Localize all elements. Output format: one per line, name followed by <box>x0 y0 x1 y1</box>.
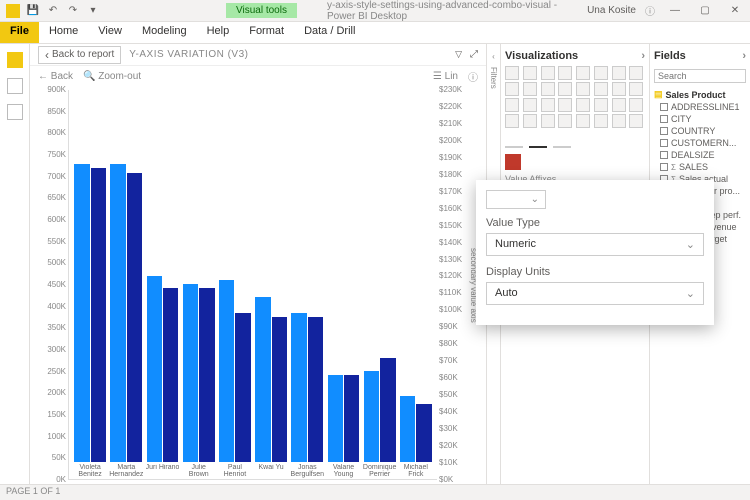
window-controls: — ▢ ✕ <box>660 0 750 22</box>
qat-dropdown-icon[interactable]: ▾ <box>86 4 100 18</box>
fields-header: Fields› <box>654 48 746 66</box>
visualizations-header: Visualizations› <box>505 48 645 66</box>
viz-type-icon[interactable] <box>576 66 590 80</box>
back-button[interactable]: ← Back <box>38 71 73 82</box>
format-popup: ⌄ Value Type Numeric⌄ Display Units Auto… <box>476 180 714 325</box>
viz-type-icon[interactable] <box>629 98 643 112</box>
viz-type-icon[interactable] <box>594 114 608 128</box>
viz-type-icon[interactable] <box>505 66 519 80</box>
maximize-icon[interactable]: ▢ <box>690 0 720 22</box>
viz-type-icon[interactable] <box>523 98 537 112</box>
redo-icon[interactable]: ↷ <box>66 4 80 18</box>
viz-type-icon[interactable] <box>541 114 555 128</box>
report-canvas: Back to report Y-AXIS VARIATION (V3) ⤢ ←… <box>30 44 486 484</box>
chevron-right-icon[interactable]: › <box>742 50 746 62</box>
chart: 900K850K800K750K700K650K600K550K500K450K… <box>30 86 486 484</box>
legend-toggle-icon[interactable]: ☰ Lin <box>433 71 458 82</box>
tab-format[interactable]: Format <box>239 22 294 43</box>
fields-tool-icon[interactable] <box>505 134 523 148</box>
viz-type-icon[interactable] <box>576 98 590 112</box>
back-to-report-button[interactable]: Back to report <box>38 46 121 64</box>
viz-type-icon[interactable] <box>505 82 519 96</box>
analytics-tool-icon[interactable] <box>553 134 571 148</box>
popup-small-select[interactable]: ⌄ <box>486 190 546 209</box>
viz-type-icon[interactable] <box>612 114 626 128</box>
viz-type-icon[interactable] <box>594 98 608 112</box>
viz-type-icon[interactable] <box>505 98 519 112</box>
chevron-right-icon[interactable]: › <box>641 50 645 62</box>
data-view-icon[interactable] <box>7 78 23 94</box>
viz-type-icon[interactable] <box>541 82 555 96</box>
value-type-dropdown[interactable]: Numeric⌄ <box>486 233 704 256</box>
visual-type-grid[interactable] <box>505 66 645 128</box>
tab-file[interactable]: File <box>0 22 39 43</box>
viz-type-icon[interactable] <box>541 98 555 112</box>
y-axis-right: $230K$220K$210K$200K$190K$180K$170K$160K… <box>437 90 467 480</box>
ribbon-tabs: File Home View Modeling Help Format Data… <box>0 22 750 44</box>
status-bar: PAGE 1 OF 1 <box>0 484 750 500</box>
display-units-dropdown[interactable]: Auto⌄ <box>486 282 704 305</box>
document-title: y-axis-style-settings-using-advanced-com… <box>327 0 587 22</box>
y-axis-left: 900K850K800K750K700K650K600K550K500K450K… <box>38 90 68 480</box>
visual-tools-badge: Visual tools <box>226 3 297 18</box>
tab-help[interactable]: Help <box>197 22 240 43</box>
display-units-label: Display Units <box>486 266 704 278</box>
viz-type-icon[interactable] <box>612 82 626 96</box>
visual-toolbar: ← Back 🔍 Zoom-out ☰ Lin ⓘ <box>30 66 486 86</box>
chart-bars[interactable]: Violeta BenitezMarta HernandezJuri Hiran… <box>68 90 437 480</box>
save-icon[interactable]: 💾 <box>26 4 40 18</box>
viz-type-icon[interactable] <box>558 82 572 96</box>
viz-type-icon[interactable] <box>523 66 537 80</box>
custom-visual-icon[interactable] <box>505 154 521 170</box>
viz-type-icon[interactable] <box>558 66 572 80</box>
zoom-out-button[interactable]: 🔍 Zoom-out <box>83 71 141 82</box>
report-view-icon[interactable] <box>7 52 23 68</box>
viz-type-icon[interactable] <box>594 82 608 96</box>
viz-type-icon[interactable] <box>629 66 643 80</box>
model-view-icon[interactable] <box>7 104 23 120</box>
arrow-left-icon <box>45 48 49 62</box>
viz-type-icon[interactable] <box>629 114 643 128</box>
info-icon[interactable]: ⓘ <box>468 69 478 84</box>
tab-home[interactable]: Home <box>39 22 88 43</box>
tab-data-drill[interactable]: Data / Drill <box>294 22 365 43</box>
viz-type-icon[interactable] <box>612 98 626 112</box>
fields-search-input[interactable] <box>654 69 746 83</box>
title-bar: 💾 ↶ ↷ ▾ Visual tools y-axis-style-settin… <box>0 0 750 22</box>
undo-icon[interactable]: ↶ <box>46 4 60 18</box>
close-icon[interactable]: ✕ <box>720 0 750 22</box>
viz-type-icon[interactable] <box>576 114 590 128</box>
tab-view[interactable]: View <box>88 22 132 43</box>
value-type-label: Value Type <box>486 217 704 229</box>
minimize-icon[interactable]: — <box>660 0 690 22</box>
breadcrumb-bar: Back to report Y-AXIS VARIATION (V3) ⤢ <box>30 44 486 66</box>
viz-type-icon[interactable] <box>594 66 608 80</box>
viz-type-icon[interactable] <box>576 82 590 96</box>
viz-type-icon[interactable] <box>505 114 519 128</box>
viz-type-icon[interactable] <box>629 82 643 96</box>
viz-type-icon[interactable] <box>558 114 572 128</box>
tab-modeling[interactable]: Modeling <box>132 22 197 43</box>
viz-type-icon[interactable] <box>612 66 626 80</box>
quick-access-toolbar: 💾 ↶ ↷ ▾ <box>0 4 106 18</box>
chevron-left-icon[interactable]: ‹ <box>492 52 495 61</box>
view-rail <box>0 44 30 484</box>
viz-type-icon[interactable] <box>523 114 537 128</box>
format-tool-icon[interactable] <box>529 134 547 148</box>
filter-icon[interactable] <box>455 49 462 60</box>
viz-type-icon[interactable] <box>541 66 555 80</box>
user-name[interactable]: Una Kosite <box>587 5 636 16</box>
focus-mode-icon[interactable]: ⤢ <box>470 49 478 60</box>
viz-type-icon[interactable] <box>558 98 572 112</box>
viz-type-icon[interactable] <box>523 82 537 96</box>
app-icon <box>6 4 20 18</box>
help-icon[interactable]: ⓘ <box>640 3 660 18</box>
filters-label: Filters <box>489 67 498 89</box>
visual-title: Y-AXIS VARIATION (V3) <box>129 49 248 60</box>
